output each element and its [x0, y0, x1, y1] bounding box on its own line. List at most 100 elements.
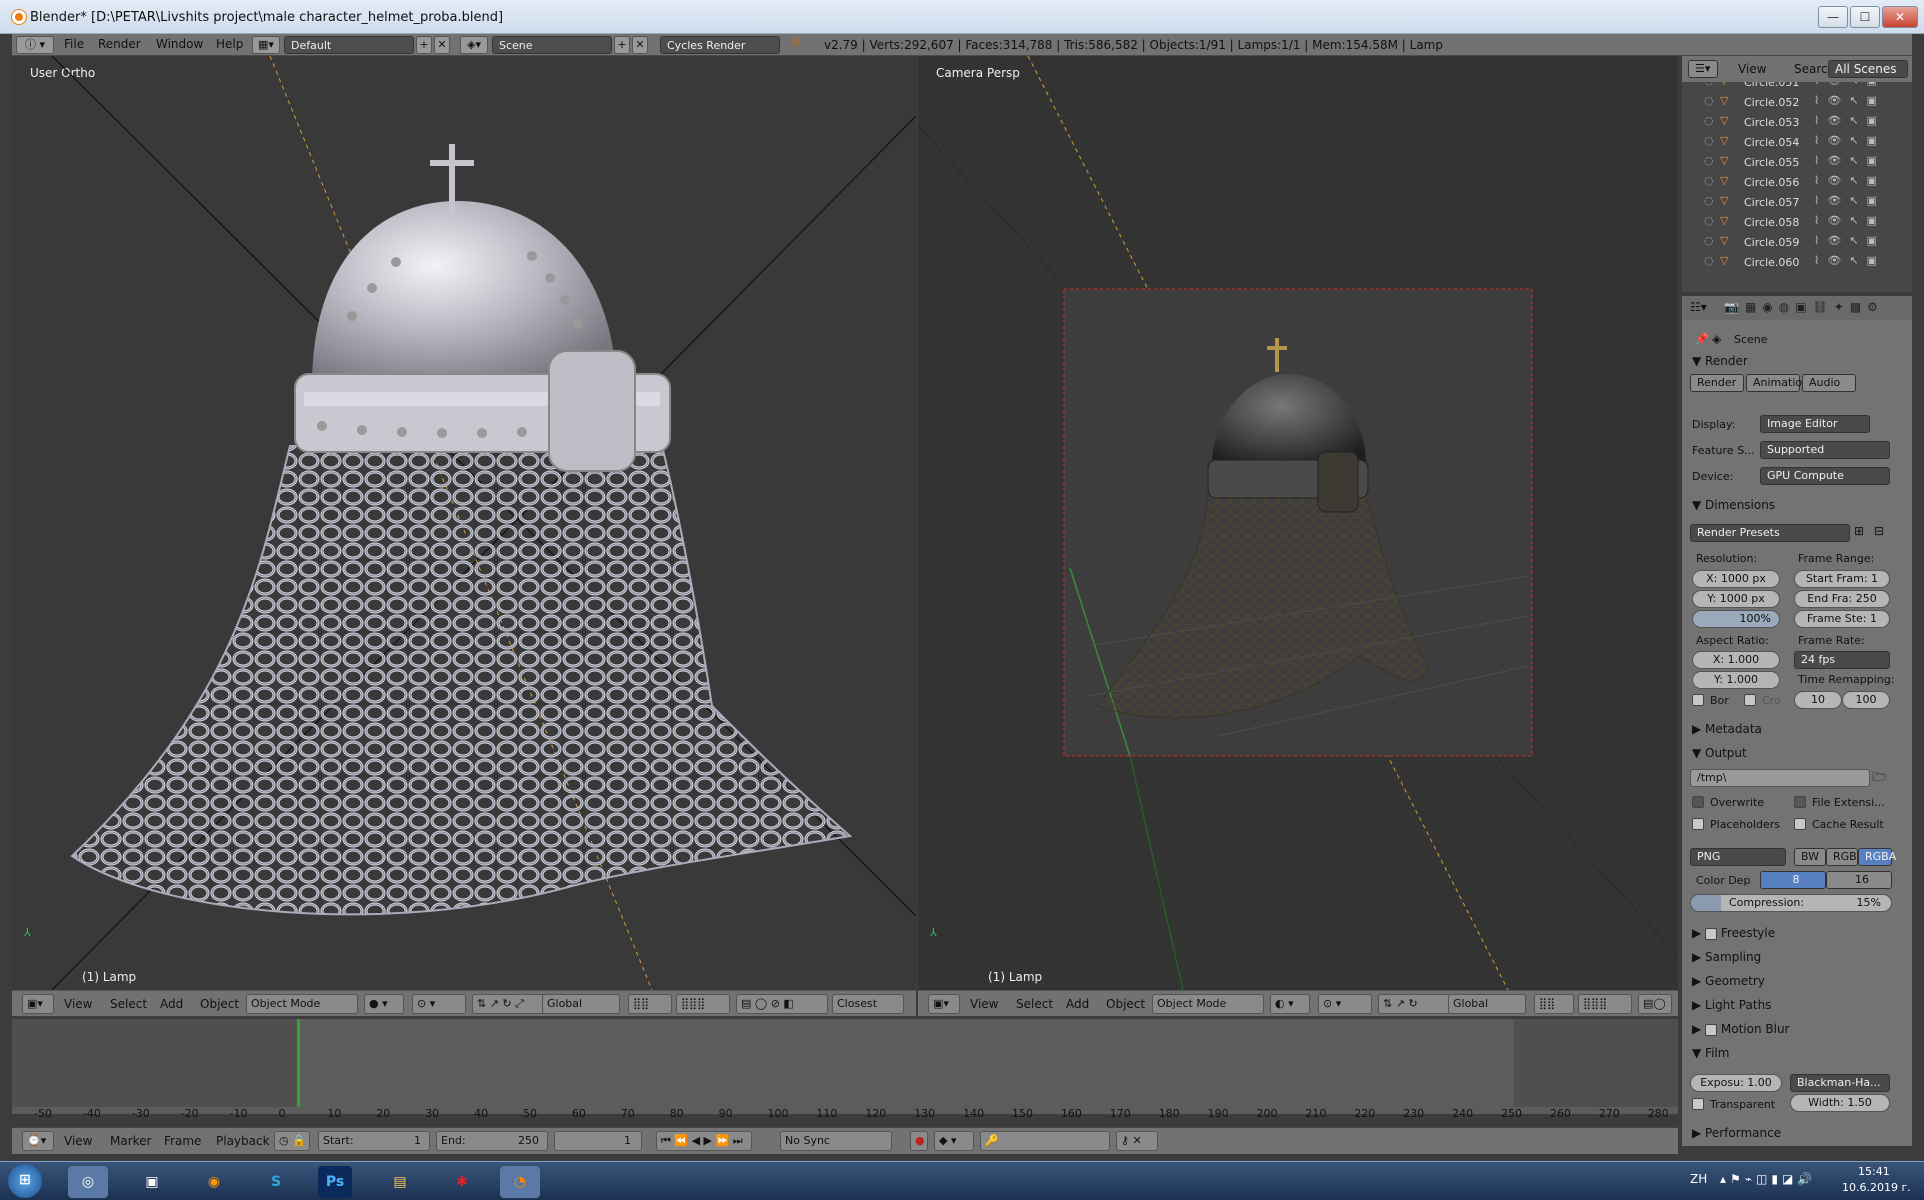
skype-icon[interactable]: S	[256, 1166, 296, 1198]
left-3d-viewport[interactable]: User Ortho ⅄ (1) Lamp	[12, 56, 916, 990]
start-frame-field[interactable]: Start: 1	[318, 1131, 430, 1151]
info-editor-type-icon[interactable]: ⓘ ▾	[16, 36, 54, 54]
layout-remove-icon[interactable]: ✕	[434, 36, 450, 54]
paint-app-icon[interactable]: ✱	[442, 1166, 482, 1198]
frame-step-field[interactable]: Frame Ste: 1	[1794, 610, 1890, 628]
end-frame-field[interactable]: End Fra: 250	[1794, 590, 1890, 608]
scene-remove-icon[interactable]: ✕	[632, 36, 648, 54]
device-select[interactable]: GPU Compute	[1760, 467, 1890, 485]
layers-icon-2[interactable]: ⣿⣿⣿	[1578, 994, 1632, 1014]
current-frame-marker[interactable]	[297, 1019, 300, 1107]
motion-blur-checkbox[interactable]	[1705, 1023, 1718, 1036]
folder-icon[interactable]: 🗁	[1872, 768, 1887, 789]
menu-object[interactable]: Object	[1106, 997, 1145, 1011]
outliner-item[interactable]: ◌ ▽ Circle.055 ⌇👁↖▣	[1682, 154, 1912, 174]
clock-time[interactable]: 15:41	[1858, 1165, 1890, 1178]
outliner-item[interactable]: ◌ ▽ Circle.054 ⌇👁↖▣	[1682, 134, 1912, 154]
visibility-icons[interactable]: ⌇👁↖▣	[1814, 94, 1885, 107]
record-icon[interactable]: ●	[910, 1131, 928, 1151]
maximize-button[interactable]: ☐	[1850, 6, 1880, 28]
editor-type-icon[interactable]: ▣▾	[928, 994, 960, 1014]
visibility-icons[interactable]: ⌇👁↖▣	[1814, 254, 1885, 267]
render-preview-icons[interactable]: ▤ ◯ ⊘ ◧	[736, 994, 828, 1014]
file-explorer-icon[interactable]: ▤	[380, 1166, 420, 1198]
timeline-area[interactable]: -50 -40 -30 -20 -10 0 10 20 30 40 50 60 70 80 90 100 110…	[12, 1019, 1678, 1120]
filter-type-select[interactable]: Blackman-Ha...	[1790, 1074, 1890, 1092]
menu-view[interactable]: View	[64, 997, 92, 1011]
blender-taskbar-icon[interactable]: ◔	[500, 1166, 540, 1198]
scene-icon[interactable]: ◈▾	[460, 36, 488, 54]
border-checkbox[interactable]	[1692, 694, 1704, 706]
sampling-header[interactable]: ▶ Sampling	[1692, 950, 1761, 964]
render-presets-select[interactable]: Render Presets	[1690, 524, 1850, 542]
firefox-icon[interactable]: ◉	[194, 1166, 234, 1198]
clock-date[interactable]: 10.6.2019 г.	[1842, 1181, 1911, 1194]
pivot-icon[interactable]: ⊙ ▾	[412, 994, 466, 1014]
filter-width-field[interactable]: Width: 1.50	[1790, 1094, 1890, 1112]
performance-header[interactable]: ▶ Performance	[1692, 1126, 1781, 1140]
mode-select[interactable]: Object Mode	[1152, 994, 1264, 1014]
menu-frame[interactable]: Frame	[164, 1134, 201, 1148]
menu-select[interactable]: Select	[1016, 997, 1053, 1011]
audio-button[interactable]: Audio	[1802, 374, 1856, 392]
outliner-filter-select[interactable]: All Scenes	[1828, 60, 1908, 78]
expand-icon[interactable]: ◌	[1704, 82, 1714, 87]
orientation-select[interactable]: Global	[542, 994, 620, 1014]
expand-icon[interactable]: ◌	[1704, 114, 1714, 127]
compression-slider[interactable]: Compression: 15%	[1690, 894, 1892, 912]
current-frame-field[interactable]: 1	[554, 1131, 642, 1151]
app-icon[interactable]: ▣	[132, 1166, 172, 1198]
layout-field[interactable]: Default	[284, 36, 414, 54]
freestyle-header[interactable]: ▶ Freestyle	[1692, 926, 1775, 940]
rgb-button[interactable]: RGB	[1826, 848, 1858, 866]
cache-result-checkbox[interactable]	[1794, 818, 1806, 830]
visibility-icons[interactable]: ⌇👁↖▣	[1814, 174, 1885, 187]
menu-render[interactable]: Render	[98, 37, 141, 51]
pin-icon[interactable]: 📌	[1694, 332, 1709, 346]
visibility-icons[interactable]: ⌇👁↖▣	[1814, 214, 1885, 227]
output-path-field[interactable]: /tmp\	[1690, 769, 1870, 787]
manipulator-icons[interactable]: ⇅ ↗ ↻	[1378, 994, 1450, 1014]
menu-help[interactable]: Help	[216, 37, 243, 51]
orientation-select[interactable]: Global	[1448, 994, 1526, 1014]
visibility-icons[interactable]: ⌇👁↖▣	[1814, 154, 1885, 167]
expand-icon[interactable]: ◌	[1704, 154, 1714, 167]
expand-icon[interactable]: ◌	[1704, 234, 1714, 247]
render-engine-select[interactable]: Cycles Render	[660, 36, 780, 54]
scene-field[interactable]: Scene	[492, 36, 612, 54]
frame-rate-select[interactable]: 24 fps	[1794, 651, 1890, 669]
pivot-icon[interactable]: ⊙ ▾	[1318, 994, 1372, 1014]
layout-add-icon[interactable]: +	[416, 36, 432, 54]
layout-icon[interactable]: ▦▾	[252, 36, 280, 54]
motion-blur-header[interactable]: ▶ Motion Blur	[1692, 1022, 1789, 1036]
visibility-icons[interactable]: ⌇👁↖▣	[1814, 114, 1885, 127]
preview-range-icons[interactable]: ◷ 🔒	[274, 1131, 310, 1151]
visibility-icons[interactable]: ⌇👁↖▣	[1814, 234, 1885, 247]
placeholders-checkbox[interactable]	[1692, 818, 1704, 830]
menu-view[interactable]: View	[64, 1134, 92, 1148]
depth-16-button[interactable]: 16	[1826, 871, 1892, 889]
crop-checkbox[interactable]	[1744, 694, 1756, 706]
outliner-item[interactable]: ◌ ▽ Circle.051 ⌇👁↖▣	[1682, 82, 1912, 94]
menu-select[interactable]: Select	[110, 997, 147, 1011]
visibility-icons[interactable]: ⌇👁↖▣	[1814, 82, 1885, 87]
properties-editor-icon[interactable]: ☷▾	[1690, 300, 1707, 314]
preset-remove-icon[interactable]: ⊟	[1874, 524, 1884, 538]
dimensions-header[interactable]: ▼ Dimensions	[1692, 498, 1775, 512]
mode-select[interactable]: Object Mode	[246, 994, 358, 1014]
photoshop-icon[interactable]: Ps	[318, 1166, 352, 1198]
layers-icon-2[interactable]: ⣿⣿⣿	[676, 994, 730, 1014]
keyframe-buttons[interactable]: ⚷ ✕	[1116, 1131, 1158, 1151]
menu-add[interactable]: Add	[160, 997, 183, 1011]
remap-new-field[interactable]: 100	[1842, 691, 1890, 709]
expand-icon[interactable]: ◌	[1704, 214, 1714, 227]
preset-add-icon[interactable]: ⊞	[1854, 524, 1864, 538]
layers-icon[interactable]: ⣿⣿	[1534, 994, 1574, 1014]
menu-window[interactable]: Window	[156, 37, 203, 51]
expand-icon[interactable]: ◌	[1704, 254, 1714, 267]
file-format-select[interactable]: PNG	[1690, 848, 1786, 866]
film-header[interactable]: ▼ Film	[1692, 1046, 1729, 1060]
resolution-x-field[interactable]: X: 1000 px	[1692, 570, 1780, 588]
resolution-percentage[interactable]: 100%	[1692, 610, 1780, 628]
tray-icons[interactable]: ▴⚑⌁◫▮◪🔊	[1720, 1172, 1816, 1186]
